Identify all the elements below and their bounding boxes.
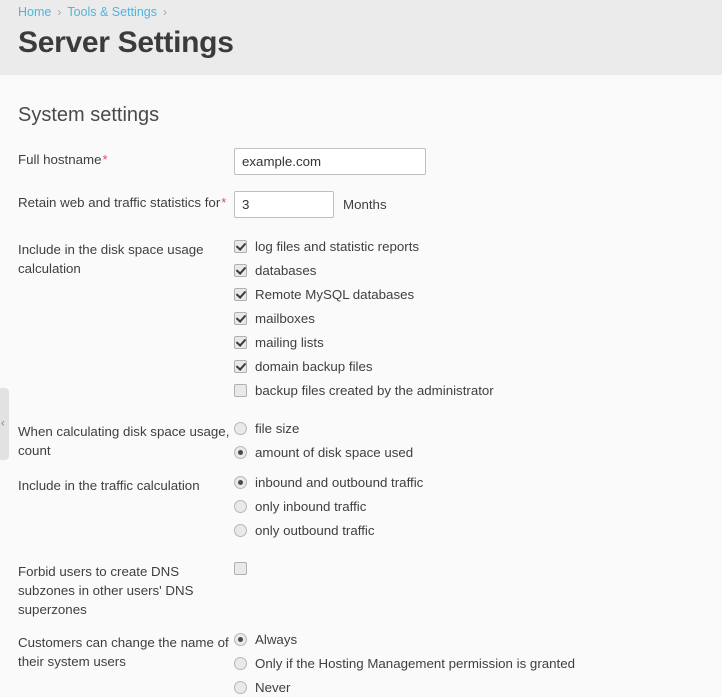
- checkbox-label: log files and statistic reports: [255, 239, 420, 254]
- radio-option-always[interactable]: Always: [234, 631, 704, 649]
- server-settings-form: Full hostname* Retain web and traffic st…: [18, 148, 704, 697]
- checkbox-icon-checked[interactable]: [234, 360, 247, 373]
- row-disk-space-include: Include in the disk space usage calculat…: [18, 238, 704, 400]
- radio-label: Only if the Hosting Management permissio…: [255, 656, 576, 671]
- checkbox-icon-checked[interactable]: [234, 288, 247, 301]
- checkbox-label: domain backup files: [255, 359, 373, 374]
- radio-label: amount of disk space used: [255, 445, 414, 460]
- label-retain-statistics-text: Retain web and traffic statistics for: [18, 195, 221, 210]
- required-asterisk: *: [221, 195, 227, 210]
- field-forbid-dns-subzones: [234, 560, 704, 575]
- row-disk-space-count: When calculating disk space usage, count…: [18, 420, 704, 462]
- label-forbid-dns-subzones: Forbid users to create DNS subzones in o…: [18, 564, 194, 617]
- field-disk-space-include: log files and statistic reports database…: [234, 238, 704, 400]
- radio-icon-selected[interactable]: [234, 446, 247, 459]
- label-disk-space-count: When calculating disk space usage, count: [18, 424, 230, 458]
- radio-option-only-inbound[interactable]: only inbound traffic: [234, 498, 704, 516]
- radio-label: inbound and outbound traffic: [255, 475, 424, 490]
- breadcrumb: Home › Tools & Settings ›: [18, 0, 704, 20]
- row-traffic-include: Include in the traffic calculation inbou…: [18, 474, 704, 540]
- checkbox-option-log-files[interactable]: log files and statistic reports: [234, 238, 704, 256]
- checkbox-icon-checked[interactable]: [234, 240, 247, 253]
- page-title: Server Settings: [18, 26, 234, 59]
- checkbox-option-databases[interactable]: databases: [234, 262, 704, 280]
- radio-option-disk-space-used[interactable]: amount of disk space used: [234, 444, 704, 462]
- row-retain-statistics: Retain web and traffic statistics for* M…: [18, 191, 704, 218]
- radio-option-inbound-outbound[interactable]: inbound and outbound traffic: [234, 474, 704, 492]
- checkbox-label: backup files created by the administrato…: [255, 383, 494, 398]
- field-full-hostname: [234, 148, 704, 175]
- radio-icon-selected[interactable]: [234, 633, 247, 646]
- system-settings-section: System settings Full hostname* Retain we…: [0, 75, 722, 697]
- field-traffic-include: inbound and outbound traffic only inboun…: [234, 474, 704, 540]
- retain-statistics-input[interactable]: [234, 191, 334, 218]
- checkbox-option-mailing-lists[interactable]: mailing lists: [234, 334, 704, 352]
- page-header: Home › Tools & Settings › Server Settings: [0, 0, 722, 75]
- radio-label: only inbound traffic: [255, 499, 367, 514]
- label-disk-space-include: Include in the disk space usage calculat…: [18, 242, 204, 276]
- label-retain-statistics: Retain web and traffic statistics for*: [18, 191, 234, 212]
- checkbox-option-mailboxes[interactable]: mailboxes: [234, 310, 704, 328]
- radio-option-only-outbound[interactable]: only outbound traffic: [234, 522, 704, 540]
- checkbox-icon-unchecked[interactable]: [234, 562, 247, 575]
- checkbox-label: databases: [255, 263, 317, 278]
- radio-icon-unselected[interactable]: [234, 422, 247, 435]
- label-customers-rename-system-users: Customers can change the name of their s…: [18, 635, 229, 669]
- breadcrumb-item-tools-settings[interactable]: Tools & Settings: [67, 5, 157, 19]
- field-disk-space-count: file size amount of disk space used: [234, 420, 704, 462]
- row-customers-rename-system-users: Customers can change the name of their s…: [18, 631, 704, 697]
- radio-label: only outbound traffic: [255, 523, 375, 538]
- checkbox-label: mailing lists: [255, 335, 324, 350]
- breadcrumb-item-home[interactable]: Home: [18, 5, 51, 19]
- checkbox-icon-checked[interactable]: [234, 312, 247, 325]
- radio-icon-unselected[interactable]: [234, 524, 247, 537]
- checkbox-label: mailboxes: [255, 311, 315, 326]
- checkbox-option-forbid-dns-subzones[interactable]: [234, 560, 704, 575]
- breadcrumb-separator-icon: ›: [57, 5, 62, 19]
- checkbox-option-domain-backup-files[interactable]: domain backup files: [234, 358, 704, 376]
- radio-option-only-if-hosting-permission[interactable]: Only if the Hosting Management permissio…: [234, 655, 704, 673]
- breadcrumb-separator-icon: ›: [162, 5, 167, 19]
- full-hostname-input[interactable]: [234, 148, 426, 175]
- radio-label: file size: [255, 421, 300, 436]
- label-full-hostname: Full hostname*: [18, 148, 234, 169]
- chevron-left-icon: ‹: [1, 417, 5, 430]
- checkbox-icon-checked[interactable]: [234, 264, 247, 277]
- radio-icon-unselected[interactable]: [234, 681, 247, 694]
- label-traffic-include: Include in the traffic calculation: [18, 478, 200, 493]
- checkbox-option-remote-mysql[interactable]: Remote MySQL databases: [234, 286, 704, 304]
- row-forbid-dns-subzones: Forbid users to create DNS subzones in o…: [18, 560, 704, 619]
- radio-label: Never: [255, 680, 291, 695]
- checkbox-option-admin-backup-files[interactable]: backup files created by the administrato…: [234, 382, 704, 400]
- radio-icon-unselected[interactable]: [234, 657, 247, 670]
- section-title: System settings: [18, 104, 160, 126]
- sidebar-collapse-handle[interactable]: ‹: [0, 388, 9, 460]
- required-asterisk: *: [102, 152, 108, 167]
- checkbox-icon-checked[interactable]: [234, 336, 247, 349]
- field-retain-statistics: Months: [234, 191, 704, 218]
- radio-option-never[interactable]: Never: [234, 679, 704, 697]
- field-customers-rename-system-users: Always Only if the Hosting Management pe…: [234, 631, 704, 697]
- retain-statistics-unit-label: Months: [343, 197, 387, 212]
- row-full-hostname: Full hostname*: [18, 148, 704, 175]
- radio-option-file-size[interactable]: file size: [234, 420, 704, 438]
- label-full-hostname-text: Full hostname: [18, 152, 102, 167]
- checkbox-icon-unchecked[interactable]: [234, 384, 247, 397]
- checkbox-label: Remote MySQL databases: [255, 287, 415, 302]
- radio-label: Always: [255, 632, 298, 647]
- radio-icon-unselected[interactable]: [234, 500, 247, 513]
- radio-icon-selected[interactable]: [234, 476, 247, 489]
